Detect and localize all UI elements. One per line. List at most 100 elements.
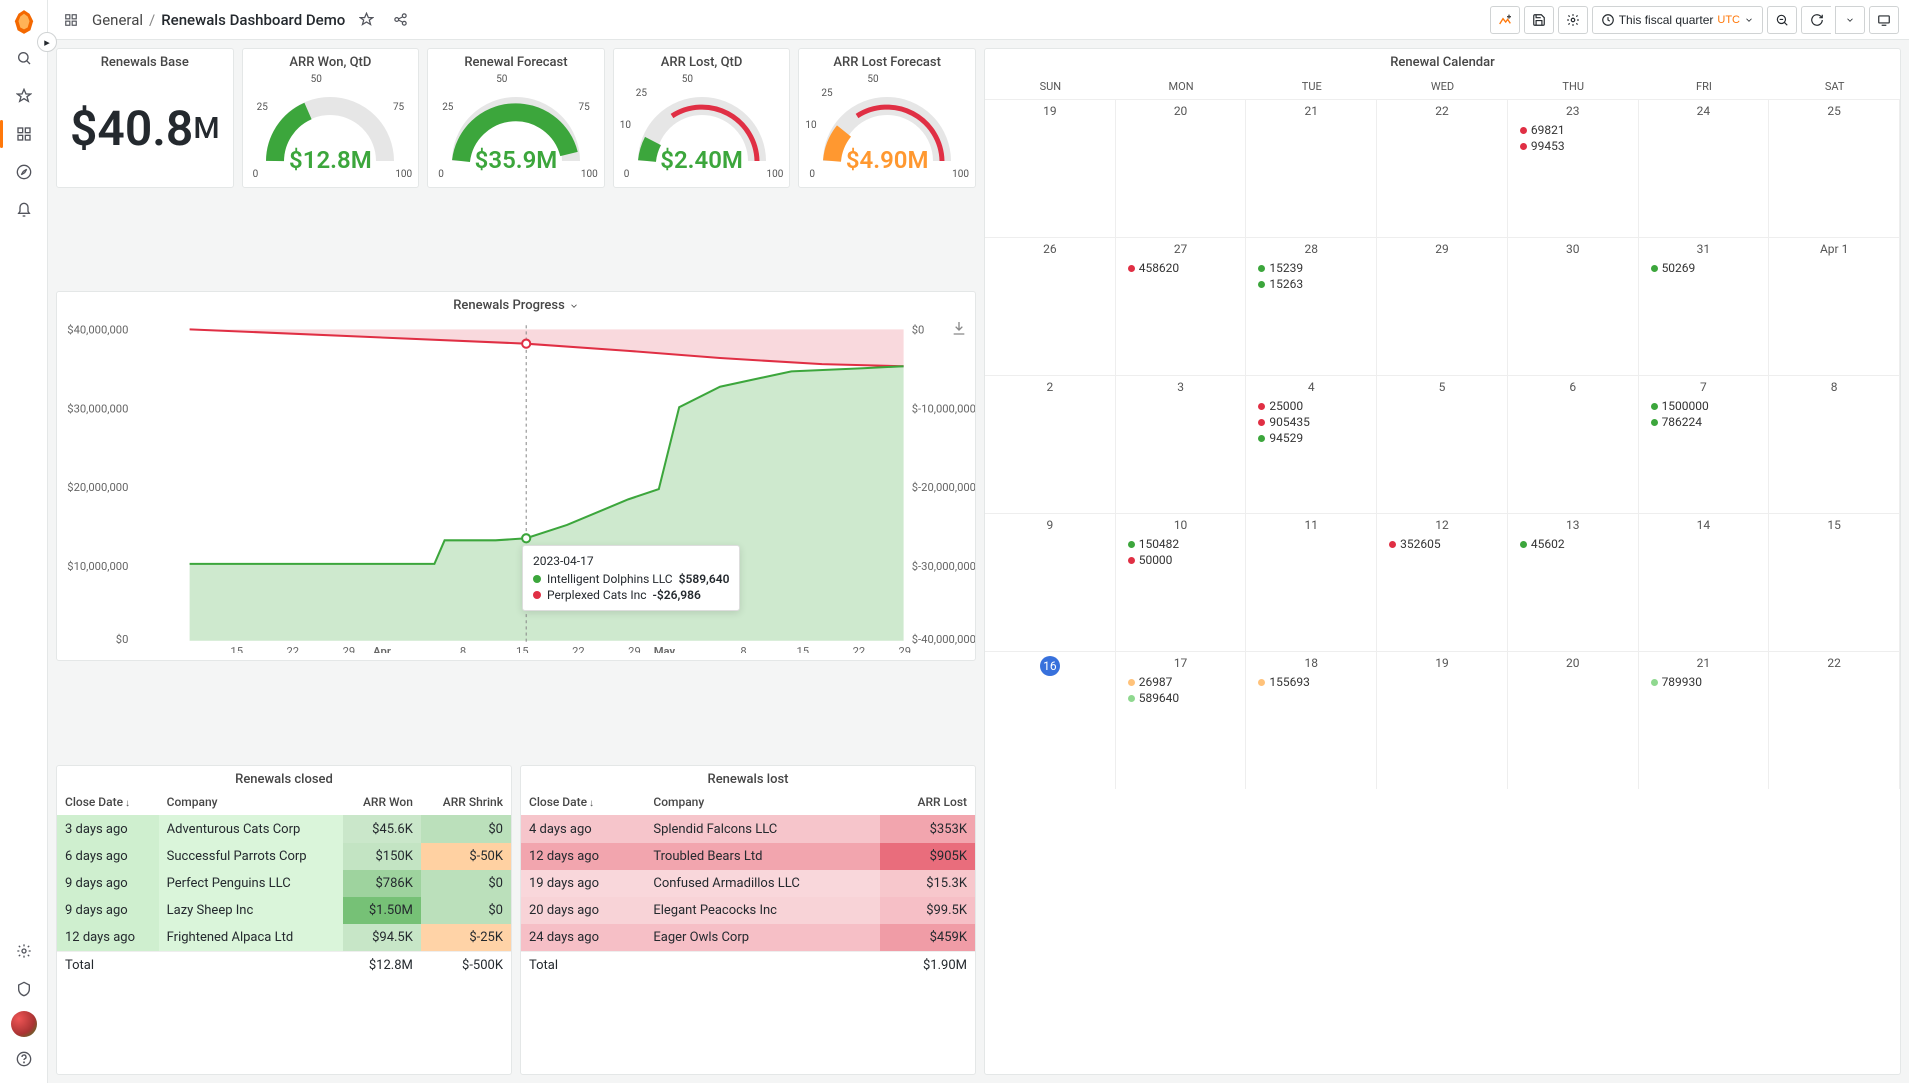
table-row[interactable]: 12 days agoFrightened Alpaca Ltd$94.5K$-… (57, 924, 511, 952)
calendar-cell[interactable]: 6 (1508, 375, 1639, 513)
table-row[interactable]: 4 days agoSplendid Falcons LLC$353K (521, 815, 975, 843)
calendar-cell[interactable]: 1726987589640 (1116, 651, 1247, 789)
table-row[interactable]: 24 days agoEager Owls Corp$459K (521, 924, 975, 952)
add-panel-button[interactable] (1490, 6, 1520, 34)
calendar-event[interactable]: 789930 (1645, 675, 1763, 689)
calendar-cell[interactable]: 26 (985, 237, 1116, 375)
search-icon[interactable] (8, 42, 40, 74)
calendar-cell[interactable]: 30 (1508, 237, 1639, 375)
tv-mode-button[interactable] (1869, 6, 1899, 34)
refresh-button[interactable] (1801, 6, 1831, 34)
calendar-cell[interactable]: 25 (1769, 99, 1900, 237)
chevron-down-icon[interactable] (569, 301, 579, 311)
calendar-cell[interactable]: 29 (1377, 237, 1508, 375)
calendar-cell[interactable]: 18155693 (1246, 651, 1377, 789)
calendar-cell[interactable]: 22 (1377, 99, 1508, 237)
col-close-date[interactable]: Close Date↓ (521, 789, 645, 816)
calendar-event[interactable]: 155693 (1252, 675, 1370, 689)
calendar-event[interactable]: 1500000 (1645, 399, 1763, 413)
calendar-cell[interactable]: Apr 1 (1769, 237, 1900, 375)
shield-icon[interactable] (8, 973, 40, 1005)
panel-renewals-progress[interactable]: Renewals Progress $40,000,000 $30,000,00… (56, 291, 976, 661)
page-title[interactable]: Renewals Dashboard Demo (161, 11, 345, 29)
calendar-event[interactable]: 99453 (1514, 139, 1632, 153)
explore-icon[interactable] (8, 156, 40, 188)
calendar-cell[interactable]: 14 (1639, 513, 1770, 651)
calendar-event[interactable]: 94529 (1252, 431, 1370, 445)
apps-icon[interactable] (58, 7, 84, 33)
avatar[interactable] (11, 1011, 37, 1037)
calendar-cell[interactable]: 42500090543594529 (1246, 375, 1377, 513)
panel-renewal-calendar[interactable]: Renewal Calendar SUNMONTUEWEDTHUFRISAT 1… (984, 48, 1901, 1075)
calendar-cell[interactable]: 15 (1769, 513, 1900, 651)
calendar-cell[interactable]: 2 (985, 375, 1116, 513)
calendar-cell[interactable]: 11 (1246, 513, 1377, 651)
calendar-event[interactable]: 150482 (1122, 537, 1240, 551)
calendar-cell[interactable]: 71500000786224 (1639, 375, 1770, 513)
calendar-event[interactable]: 458620 (1122, 261, 1240, 275)
col-company[interactable]: Company (159, 789, 343, 816)
panel-arr-lost[interactable]: ARR Lost, QtD 0 10 25 50 100 $2.40M (613, 48, 791, 188)
calendar-event[interactable]: 45602 (1514, 537, 1632, 551)
sidebar-expand-toggle[interactable]: ▸ (37, 32, 57, 52)
calendar-event[interactable]: 25000 (1252, 399, 1370, 413)
calendar-cell[interactable]: 19 (985, 99, 1116, 237)
calendar-event[interactable]: 50000 (1122, 553, 1240, 567)
calendar-cell[interactable]: 27458620 (1116, 237, 1247, 375)
table-row[interactable]: 3 days agoAdventurous Cats Corp$45.6K$0 (57, 815, 511, 843)
table-row[interactable]: 19 days agoConfused Armadillos LLC$15.3K (521, 870, 975, 897)
panel-renewals-closed[interactable]: Renewals closed Close Date↓ Company ARR … (56, 765, 512, 1075)
calendar-event[interactable]: 15239 (1252, 261, 1370, 275)
calendar-event[interactable]: 905435 (1252, 415, 1370, 429)
calendar-cell[interactable]: 8 (1769, 375, 1900, 513)
calendar-event[interactable]: 26987 (1122, 675, 1240, 689)
calendar-cell[interactable]: 21789930 (1639, 651, 1770, 789)
gear-icon[interactable] (8, 935, 40, 967)
calendar-cell[interactable]: 281523915263 (1246, 237, 1377, 375)
table-row[interactable]: 9 days agoPerfect Penguins LLC$786K$0 (57, 870, 511, 897)
calendar-cell[interactable]: 1015048250000 (1116, 513, 1247, 651)
col-arr-won[interactable]: ARR Won (343, 789, 421, 816)
calendar-cell[interactable]: 3 (1116, 375, 1247, 513)
calendar-cell[interactable]: 20 (1116, 99, 1247, 237)
star-outline-icon[interactable] (353, 7, 379, 33)
calendar-cell[interactable]: 22 (1769, 651, 1900, 789)
panel-renewal-forecast[interactable]: Renewal Forecast 0 25 50 75 100 $35.9M (427, 48, 605, 188)
calendar-cell[interactable]: 5 (1377, 375, 1508, 513)
table-row[interactable]: 9 days agoLazy Sheep Inc$1.50M$0 (57, 897, 511, 924)
calendar-cell[interactable]: 3150269 (1639, 237, 1770, 375)
calendar-event[interactable]: 352605 (1383, 537, 1501, 551)
dashboards-icon[interactable] (8, 118, 40, 150)
calendar-cell[interactable]: 236982199453 (1508, 99, 1639, 237)
panel-arr-lost-forecast[interactable]: ARR Lost Forecast 0 10 25 50 100 $4.90M (798, 48, 976, 188)
table-row[interactable]: 6 days agoSuccessful Parrots Corp$150K$-… (57, 843, 511, 870)
share-icon[interactable] (387, 7, 413, 33)
calendar-cell[interactable]: 24 (1639, 99, 1770, 237)
help-icon[interactable] (8, 1043, 40, 1075)
calendar-cell[interactable]: 12352605 (1377, 513, 1508, 651)
bell-icon[interactable] (8, 194, 40, 226)
col-close-date[interactable]: Close Date↓ (57, 789, 159, 816)
calendar-cell[interactable]: 21 (1246, 99, 1377, 237)
settings-button[interactable] (1558, 6, 1588, 34)
panel-renewals-lost[interactable]: Renewals lost Close Date↓ Company ARR Lo… (520, 765, 976, 1075)
save-button[interactable] (1524, 6, 1554, 34)
calendar-event[interactable]: 589640 (1122, 691, 1240, 705)
calendar-event[interactable]: 786224 (1645, 415, 1763, 429)
calendar-event[interactable]: 15263 (1252, 277, 1370, 291)
star-icon[interactable] (8, 80, 40, 112)
col-arr-shrink[interactable]: ARR Shrink (421, 789, 511, 816)
calendar-cell[interactable]: 19 (1377, 651, 1508, 789)
calendar-event[interactable]: 50269 (1645, 261, 1763, 275)
time-range-picker[interactable]: This fiscal quarter UTC (1592, 6, 1763, 34)
calendar-cell[interactable]: 20 (1508, 651, 1639, 789)
table-row[interactable]: 12 days agoTroubled Bears Ltd$905K (521, 843, 975, 870)
col-arr-lost[interactable]: ARR Lost (880, 789, 975, 816)
grafana-logo[interactable] (10, 8, 38, 36)
calendar-cell[interactable]: 9 (985, 513, 1116, 651)
panel-arr-won[interactable]: ARR Won, QtD 0 25 50 75 100 $12.8M (242, 48, 420, 188)
zoom-out-button[interactable] (1767, 6, 1797, 34)
col-company[interactable]: Company (645, 789, 880, 816)
table-row[interactable]: 20 days agoElegant Peacocks Inc$99.5K (521, 897, 975, 924)
refresh-interval-button[interactable] (1835, 6, 1865, 34)
